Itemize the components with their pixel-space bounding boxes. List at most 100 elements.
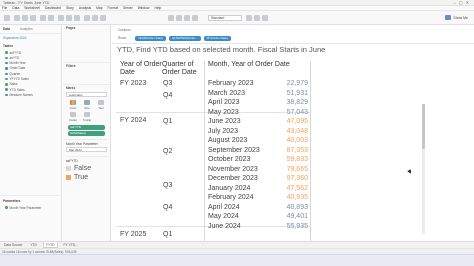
- measure-icon: [5, 77, 8, 81]
- dimension-icon: [5, 93, 8, 97]
- legend-item[interactable]: True: [66, 174, 107, 181]
- sheet-tabs: Data Source YTD FYTD FY YTD...: [0, 241, 474, 248]
- show-me-button[interactable]: Show Me: [445, 15, 468, 20]
- color-button[interactable]: Color: [67, 100, 79, 110]
- viz-title: YTD, Find YTD based on selected month. F…: [117, 45, 326, 54]
- fit-dropdown[interactable]: Standard: [208, 15, 242, 21]
- menu-server[interactable]: Server: [123, 6, 133, 10]
- cards-column: Pages Filters Marks Automatic Color Size…: [63, 25, 111, 241]
- tooltip-icon: [84, 112, 90, 117]
- menu-format[interactable]: Format: [108, 6, 118, 10]
- measure-icon: [5, 83, 8, 86]
- sort-desc-icon[interactable]: [100, 15, 106, 21]
- columns-shelf[interactable]: Columns: [118, 27, 132, 33]
- highlight-icon[interactable]: [168, 15, 174, 21]
- quarter-label: Q3: [163, 182, 173, 189]
- mark-type-dropdown[interactable]: Automatic: [66, 92, 107, 97]
- marks-buttons: Color Size Text Detail Tooltip: [63, 98, 110, 124]
- menu-dashboard[interactable]: Dashboard: [45, 6, 61, 10]
- parameter-card-title: Month Year Parameter: [66, 139, 107, 146]
- legend-swatch: [66, 175, 71, 180]
- marks-heading: Marks: [66, 86, 76, 90]
- menu-analysis[interactable]: Analysis: [79, 6, 91, 10]
- legend-item[interactable]: False: [66, 165, 107, 172]
- parameters-heading: Parameters: [3, 199, 21, 203]
- quarter-label: Q4: [163, 92, 173, 99]
- year-label: FY 2024: [120, 117, 147, 124]
- vertical-scrollbar[interactable]: [422, 104, 425, 234]
- clear-sheet-icon[interactable]: [74, 15, 80, 21]
- menu-worksheet[interactable]: Worksheet: [24, 6, 40, 10]
- menu-data[interactable]: Data: [12, 6, 19, 10]
- quarter-label: Q3: [163, 80, 173, 87]
- tables-heading: Tables: [3, 44, 13, 48]
- year-label: FY 2023: [120, 80, 147, 87]
- quarter-label: Q2: [163, 148, 173, 155]
- filters-card[interactable]: Filters: [63, 63, 110, 85]
- measure-icon: [5, 56, 8, 60]
- quarter-label: Q1: [163, 231, 173, 238]
- color-legend: asFYTD False True: [66, 156, 107, 181]
- tab-analytics[interactable]: Analytics: [20, 27, 33, 31]
- detail-icon: [70, 112, 76, 117]
- field-item[interactable]: Measure Names: [0, 92, 61, 97]
- shelves: Columns Rows YEAR(Order Date) QUARTER(Or…: [112, 25, 474, 44]
- rows-pill-month[interactable]: MY(Order Date): [203, 35, 231, 41]
- sort-asc-icon[interactable]: [92, 15, 98, 21]
- header-quarter: Quarter of Order Date: [162, 61, 197, 76]
- divider: [310, 61, 311, 241]
- group-icon[interactable]: [176, 15, 182, 21]
- parameters-section: Parameters Month Year Parameter: [0, 195, 62, 210]
- parameter-icon: [5, 206, 8, 209]
- save-icon[interactable]: [30, 15, 36, 21]
- new-worksheet-icon[interactable]: [58, 15, 64, 21]
- menu-window[interactable]: Window: [138, 6, 150, 10]
- quarter-label: Q1: [163, 118, 173, 125]
- marks-pill-color[interactable]: asFYTD: [68, 125, 105, 130]
- menu-file[interactable]: File: [2, 6, 7, 10]
- swap-icon[interactable]: [84, 15, 90, 21]
- detail-button[interactable]: Detail: [67, 112, 79, 122]
- legend-title: asFYTD: [66, 159, 78, 163]
- measure-icon: [5, 51, 8, 54]
- year-label: FY 2025: [120, 231, 147, 238]
- size-button[interactable]: Size: [81, 100, 93, 110]
- text-button[interactable]: Text: [95, 100, 107, 110]
- header-month: Month, Year of Order Date: [208, 61, 290, 68]
- toolbar: Standard Show Me: [0, 11, 474, 25]
- parameter-dropdown[interactable]: Mar 2024: [66, 147, 107, 152]
- dimension-icon: [5, 72, 8, 76]
- quarter-label: Q4: [163, 204, 173, 211]
- new-datasource-icon[interactable]: [40, 15, 46, 21]
- data-pane: Data Analytics Superstore 2024 Tables as…: [0, 25, 62, 241]
- share-icon[interactable]: [262, 15, 268, 21]
- presentation-icon[interactable]: [254, 15, 260, 21]
- pages-card[interactable]: Pages: [63, 25, 110, 63]
- redo-icon[interactable]: [22, 15, 28, 21]
- tableau-logo-icon[interactable]: [4, 15, 10, 21]
- rows-pill-quarter[interactable]: QUARTER(Order...: [169, 35, 201, 41]
- rows-shelf[interactable]: Rows YEAR(Order Date) QUARTER(Order... M…: [118, 35, 231, 41]
- undo-icon[interactable]: [14, 15, 20, 21]
- menu-story[interactable]: Story: [66, 6, 74, 10]
- duplicate-sheet-icon[interactable]: [66, 15, 72, 21]
- parameter-item[interactable]: Month Year Parameter: [0, 205, 62, 210]
- marks-pill-text[interactable]: SUM(Sales): [68, 131, 105, 136]
- show-cards-icon[interactable]: [246, 15, 252, 21]
- pause-updates-icon[interactable]: [48, 15, 54, 21]
- scrollbar-thumb[interactable]: [422, 104, 425, 149]
- dimension-icon: [5, 61, 8, 65]
- tab-data[interactable]: Data: [3, 27, 10, 31]
- menu-map[interactable]: Map: [96, 6, 102, 10]
- labels-icon[interactable]: [184, 15, 190, 21]
- sales-value-cell[interactable]: 55,935: [287, 221, 308, 232]
- fix-axes-icon[interactable]: [192, 15, 198, 21]
- data-source[interactable]: Superstore 2024: [0, 34, 61, 42]
- rows-pill-year[interactable]: YEAR(Order Date): [135, 35, 167, 41]
- tooltip-button[interactable]: Tooltip: [81, 112, 93, 122]
- month-cell: June 2024: [208, 222, 241, 230]
- legend-swatch: [66, 166, 71, 171]
- menu-help[interactable]: Help: [154, 6, 161, 10]
- text-icon: [98, 100, 104, 105]
- measure-icon: [5, 88, 8, 91]
